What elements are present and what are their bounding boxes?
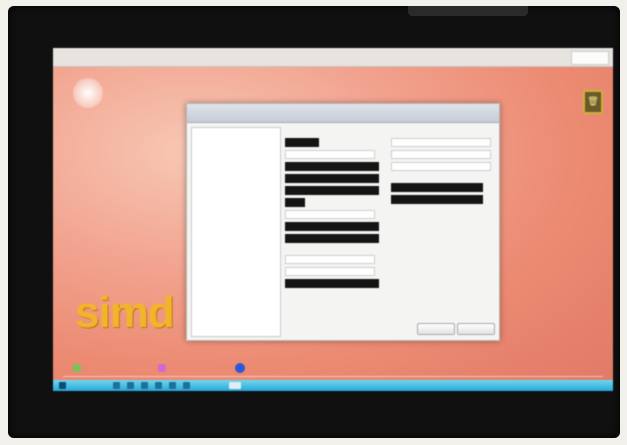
- settings-nav-list: [191, 127, 281, 337]
- screen-glare: [73, 78, 103, 108]
- dock: [63, 362, 603, 377]
- menu-bar: [53, 48, 613, 67]
- monitor-bezel: 🗑 simd: [8, 6, 620, 438]
- section-header-side: [391, 127, 495, 135]
- trash-icon[interactable]: 🗑: [583, 90, 603, 114]
- redacted-field[interactable]: [391, 183, 483, 192]
- text-field[interactable]: [285, 210, 375, 219]
- redacted-field[interactable]: [285, 222, 379, 231]
- dock-icon[interactable]: [158, 364, 166, 372]
- redacted-field[interactable]: [285, 198, 305, 207]
- redacted-field[interactable]: [285, 234, 379, 243]
- taskbar-item[interactable]: [141, 382, 148, 389]
- taskbar-item[interactable]: [183, 382, 190, 389]
- cancel-button[interactable]: [417, 323, 455, 335]
- form-column-side: [391, 127, 495, 335]
- menu-items: [59, 48, 99, 66]
- redacted-field[interactable]: [285, 174, 379, 183]
- taskbar-item[interactable]: [127, 382, 134, 389]
- taskbar: [53, 380, 613, 391]
- dock-icon[interactable]: [235, 363, 245, 373]
- section-header: [285, 127, 383, 135]
- dialog-title: [187, 104, 499, 123]
- redacted-field[interactable]: [285, 186, 379, 195]
- taskbar-item[interactable]: [113, 382, 120, 389]
- text-field[interactable]: [391, 150, 491, 159]
- taskbar-item[interactable]: [155, 382, 162, 389]
- redacted-field[interactable]: [285, 138, 319, 147]
- dialog-body: [187, 123, 499, 340]
- form-column-main: [285, 127, 383, 335]
- taskbar-item-active[interactable]: [229, 382, 241, 389]
- redacted-field[interactable]: [391, 195, 483, 204]
- monitor-mount: [408, 6, 528, 16]
- dock-icon[interactable]: [73, 364, 81, 372]
- start-icon[interactable]: [59, 382, 66, 389]
- ok-button[interactable]: [457, 323, 495, 335]
- desktop-screen: 🗑 simd: [53, 48, 613, 391]
- desktop-logo: simd: [75, 288, 175, 337]
- text-field[interactable]: [391, 138, 491, 147]
- trash-glyph: 🗑: [587, 97, 599, 107]
- redacted-field[interactable]: [285, 162, 379, 171]
- text-field[interactable]: [391, 162, 491, 171]
- search-field[interactable]: [571, 51, 609, 65]
- settings-dialog: [186, 103, 500, 341]
- text-field[interactable]: [285, 267, 375, 276]
- taskbar-item[interactable]: [169, 382, 176, 389]
- text-field[interactable]: [285, 150, 375, 159]
- redacted-field[interactable]: [285, 279, 379, 288]
- text-field[interactable]: [285, 255, 375, 264]
